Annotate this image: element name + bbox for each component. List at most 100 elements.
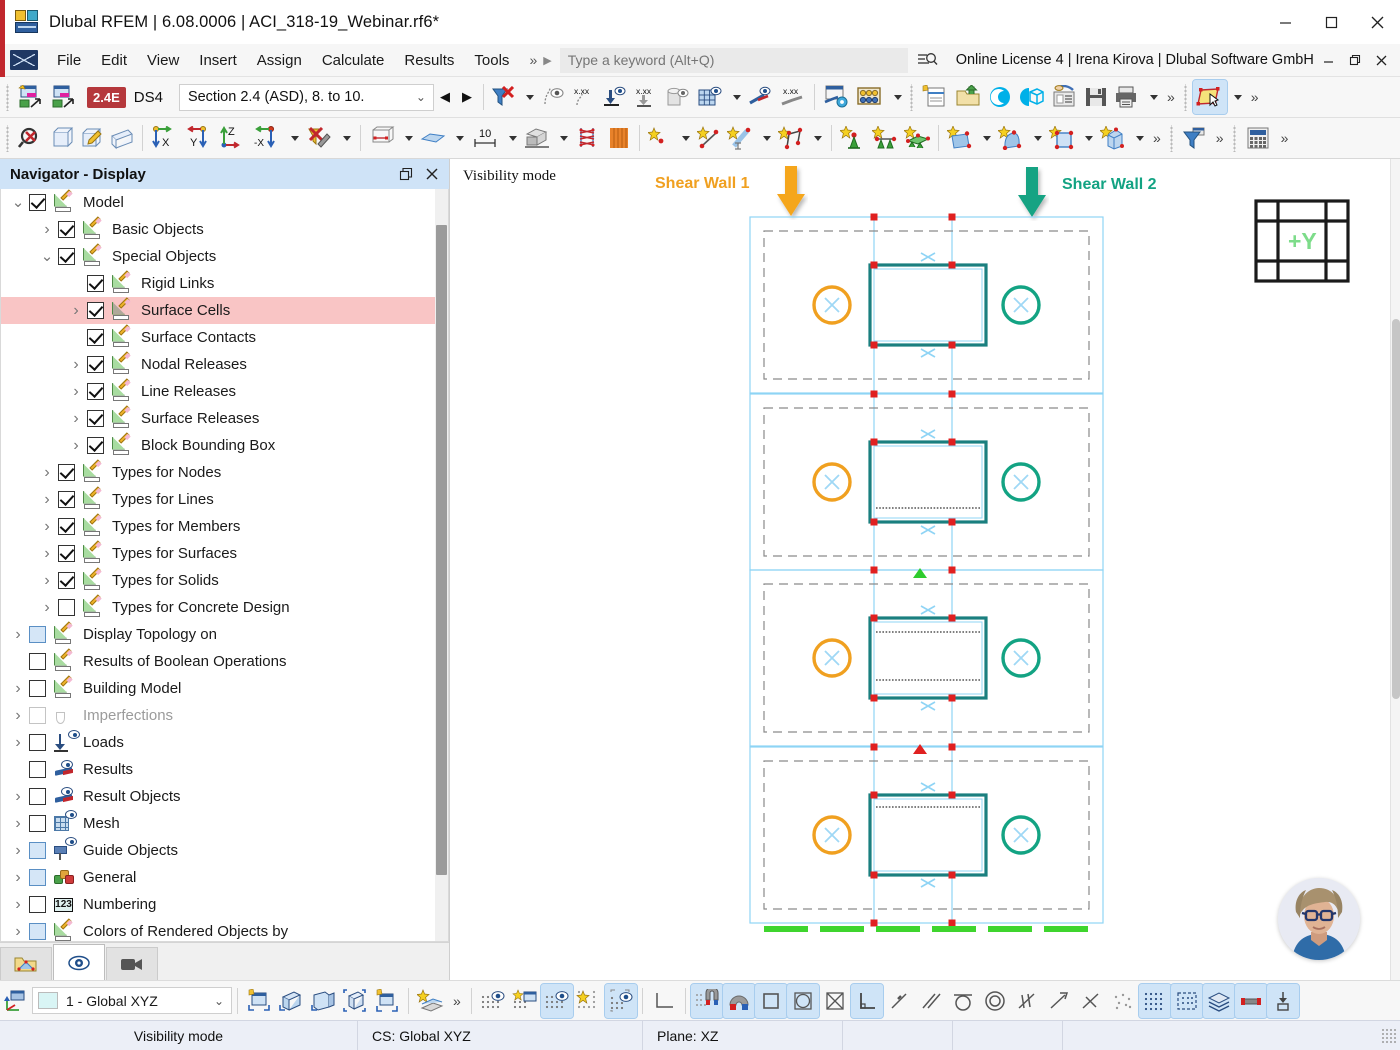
- new-curved-surface-dropdown[interactable]: [1027, 121, 1046, 155]
- new-opening-dropdown[interactable]: [1078, 121, 1097, 155]
- tree-item-checkbox[interactable]: [29, 653, 46, 670]
- toolbar-grip[interactable]: [1232, 125, 1239, 152]
- toolbar-grip[interactable]: [1169, 125, 1176, 152]
- new-surface-dropdown[interactable]: [976, 121, 995, 155]
- tree-scrollbar-thumb[interactable]: [436, 225, 447, 875]
- tree-item-checkbox[interactable]: [29, 761, 46, 778]
- new-view-icon[interactable]: [275, 984, 307, 1018]
- toolbar2-overflow3-icon[interactable]: »: [1276, 130, 1294, 146]
- chevron-right-icon[interactable]: ›: [36, 543, 58, 565]
- tree-item-checkbox[interactable]: [58, 464, 75, 481]
- tree-item-checkbox[interactable]: [29, 788, 46, 805]
- chevron-right-icon[interactable]: ›: [7, 894, 29, 916]
- member-snap-icon[interactable]: [1235, 984, 1267, 1018]
- tree-item-checkbox[interactable]: [29, 194, 46, 211]
- toolbar-grip[interactable]: [5, 125, 12, 152]
- value-xxx-icon[interactable]: x.xx: [568, 80, 600, 114]
- chevron-right-icon[interactable]: ›: [65, 435, 87, 457]
- clip-view-icon[interactable]: [339, 984, 371, 1018]
- tree-item-checkbox[interactable]: [29, 869, 46, 886]
- tree-item-types-for-members[interactable]: › Types for Members: [1, 513, 435, 540]
- menu-assign[interactable]: Assign: [247, 48, 312, 73]
- tree-item-checkbox[interactable]: [29, 815, 46, 832]
- toolbar-grip[interactable]: [909, 84, 916, 111]
- open-folder-icon[interactable]: [952, 80, 985, 114]
- tree-item-types-for-solids[interactable]: › Types for Solids: [1, 567, 435, 594]
- tree-item-checkbox[interactable]: [87, 356, 104, 373]
- chevron-right-icon[interactable]: ›: [36, 597, 58, 619]
- select-surface-icon[interactable]: [1193, 80, 1227, 114]
- result-values-icon[interactable]: x.xx: [777, 80, 809, 114]
- tree-item-checkbox[interactable]: [58, 599, 75, 616]
- new-line-type-dropdown[interactable]: [756, 121, 775, 155]
- tree-item-checkbox[interactable]: [29, 734, 46, 751]
- render-view-icon[interactable]: [371, 984, 403, 1018]
- filter-clear-icon[interactable]: [489, 80, 519, 114]
- grid-point-icon[interactable]: [573, 984, 605, 1018]
- tree-item-mesh[interactable]: › Mesh: [1, 810, 435, 837]
- display-navigator-tab[interactable]: [53, 944, 105, 980]
- chevron-right-icon[interactable]: ›: [65, 381, 87, 403]
- close-button[interactable]: [1354, 0, 1400, 44]
- model-navigator-tab[interactable]: [0, 947, 52, 980]
- toolbar2-overflow-icon[interactable]: »: [1148, 130, 1166, 146]
- mdi-restore-button[interactable]: [1342, 45, 1368, 75]
- grid-dots-icon[interactable]: [1139, 984, 1171, 1018]
- chevron-right-icon[interactable]: ›: [7, 678, 29, 700]
- toolbar2-overflow2-icon[interactable]: »: [1211, 130, 1229, 146]
- menu-overflow-icon[interactable]: »: [519, 52, 541, 68]
- menu-results[interactable]: Results: [394, 48, 464, 73]
- new-solid-icon[interactable]: [1097, 121, 1129, 155]
- view-settings-icon[interactable]: [414, 984, 448, 1018]
- rebar-icon[interactable]: [572, 121, 604, 155]
- tree-item-display-topology-on[interactable]: › Display Topology on: [1, 621, 435, 648]
- tree-item-loads[interactable]: › Loads: [1, 729, 435, 756]
- tree-item-results-of-boolean-operations[interactable]: Results of Boolean Operations: [1, 648, 435, 675]
- dlubal-center-icon[interactable]: [985, 80, 1015, 114]
- tree-item-types-for-nodes[interactable]: › Types for Nodes: [1, 459, 435, 486]
- tree-item-checkbox[interactable]: [58, 248, 75, 265]
- chevron-right-icon[interactable]: ›: [7, 867, 29, 889]
- snap-circle-center-icon[interactable]: [979, 984, 1011, 1018]
- abacus-dropdown[interactable]: [887, 80, 906, 114]
- perspective-box-icon[interactable]: [107, 121, 137, 155]
- tree-item-checkbox[interactable]: [58, 518, 75, 535]
- view-x-icon[interactable]: X: [148, 121, 182, 155]
- menu-calculate[interactable]: Calculate: [312, 48, 395, 73]
- search-input[interactable]: [560, 48, 908, 73]
- view-dropdown[interactable]: [284, 121, 303, 155]
- print-report-icon[interactable]: [820, 80, 853, 114]
- coordinate-system-combo[interactable]: 1 - Global XYZ ⌄: [32, 987, 232, 1014]
- new-line-icon[interactable]: [694, 121, 724, 155]
- toolbar-grip[interactable]: [1183, 84, 1190, 111]
- tree-item-result-objects[interactable]: ›Result Objects: [1, 783, 435, 810]
- chevron-down-icon[interactable]: ⌄: [36, 246, 58, 268]
- view-current-cs-icon[interactable]: [243, 984, 275, 1018]
- filter-icon[interactable]: [1179, 121, 1211, 155]
- menu-edit[interactable]: Edit: [91, 48, 137, 73]
- snap-midpoint-icon[interactable]: [819, 984, 851, 1018]
- menu-view[interactable]: View: [137, 48, 189, 73]
- chevron-right-icon[interactable]: ›: [7, 786, 29, 808]
- grid-new-icon[interactable]: [509, 984, 541, 1018]
- chevron-right-icon[interactable]: ›: [36, 570, 58, 592]
- new-curved-surface-icon[interactable]: [995, 121, 1027, 155]
- tree-item-checkbox[interactable]: [58, 545, 75, 562]
- object-snap-icon[interactable]: [691, 984, 723, 1018]
- tree-item-model[interactable]: ⌄ Model: [1, 189, 435, 216]
- tree-item-checkbox[interactable]: [58, 572, 75, 589]
- mesh-dropdown[interactable]: [726, 80, 745, 114]
- chevron-down-icon[interactable]: ⌄: [214, 994, 224, 1008]
- view-section-icon[interactable]: [307, 984, 339, 1018]
- design-situation-badge[interactable]: 2.4E: [87, 87, 126, 108]
- chevron-right-icon[interactable]: ›: [36, 516, 58, 538]
- results-visibility-icon[interactable]: [745, 80, 777, 114]
- chevron-right-icon[interactable]: ›: [65, 300, 87, 322]
- chevron-right-icon[interactable]: ›: [7, 840, 29, 862]
- wall-panel-icon[interactable]: [604, 121, 634, 155]
- grid-visible-icon[interactable]: [477, 984, 509, 1018]
- mdi-minimize-button[interactable]: [1316, 45, 1342, 75]
- filter-dropdown[interactable]: [519, 80, 538, 114]
- axis-orientation-cube[interactable]: +Y: [1252, 197, 1352, 285]
- search-icon[interactable]: [917, 51, 938, 69]
